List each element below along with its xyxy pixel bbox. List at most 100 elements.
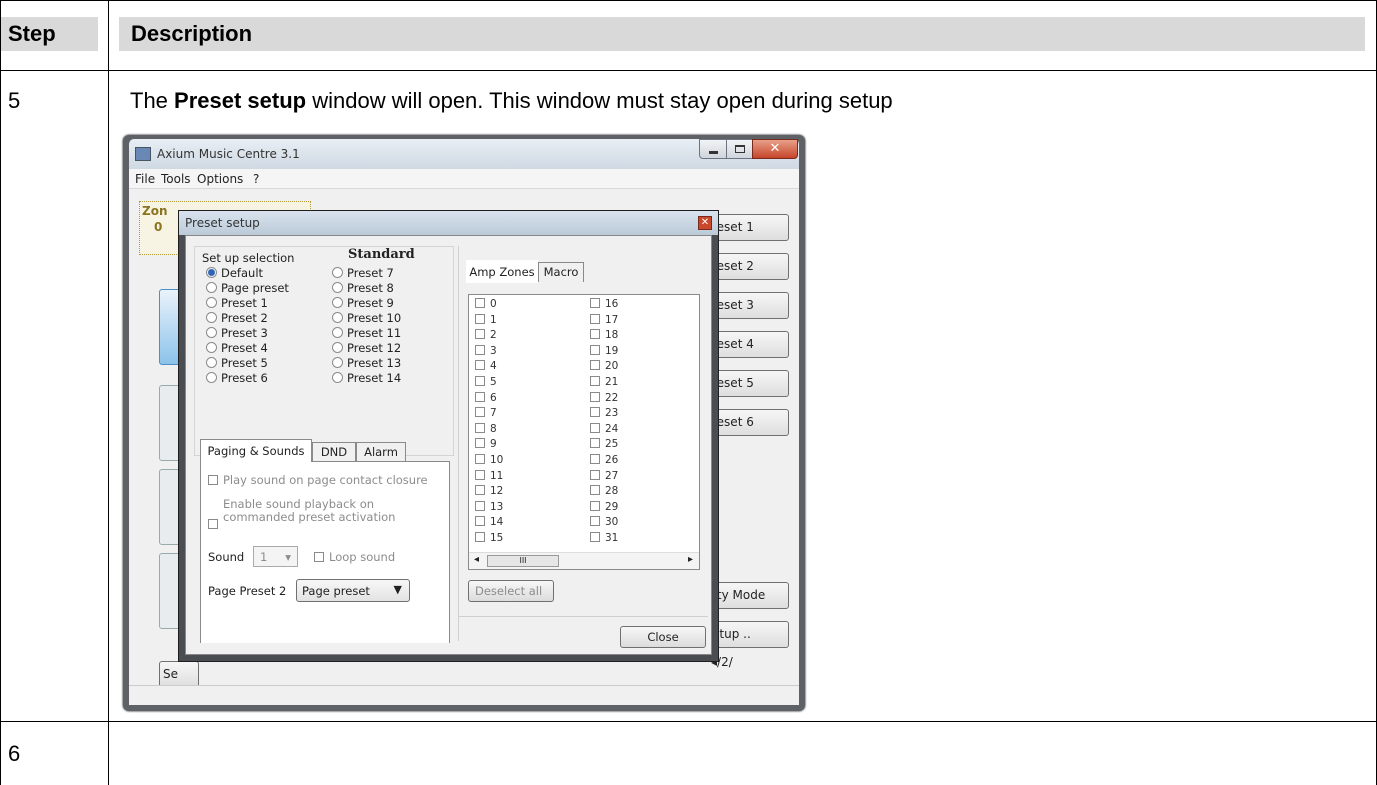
page-preset-select[interactable]: Page preset ▼ (296, 579, 410, 602)
radio-label: Preset 8 (347, 281, 394, 295)
zone-checkbox[interactable]: 14 (475, 516, 503, 528)
preset-radio[interactable]: Preset 3 (206, 326, 268, 340)
zone-checkbox[interactable]: 7 (475, 407, 497, 419)
tab-dnd[interactable]: DND (312, 442, 356, 462)
zone-label: 12 (490, 485, 504, 498)
preset-radio[interactable]: Preset 11 (332, 326, 401, 340)
preset-radio[interactable]: Preset 4 (206, 341, 268, 355)
zone-label: 22 (605, 391, 619, 404)
preset-radio[interactable]: Preset 6 (206, 371, 268, 385)
preset-setup-dialog: Preset setup ✕ Set up selection Standard… (178, 210, 719, 662)
checkbox-icon (475, 500, 485, 511)
zone-checkbox[interactable]: 23 (590, 407, 618, 419)
preset-radio[interactable]: Page preset (206, 281, 289, 295)
zone-checkbox[interactable]: 9 (475, 438, 497, 450)
preset-radio[interactable]: Preset 9 (332, 296, 394, 310)
close-button[interactable]: Close (620, 626, 706, 648)
tab-paging-sounds[interactable]: Paging & Sounds (200, 439, 312, 462)
zone-checkbox[interactable]: 11 (475, 469, 504, 482)
radio-icon (206, 282, 217, 293)
horizontal-scrollbar[interactable]: ◂ III ▸ (469, 552, 699, 569)
zone-checkbox[interactable]: 10 (475, 454, 503, 466)
loop-sound-checkbox[interactable]: Loop sound (314, 550, 395, 564)
zone-checkbox[interactable]: 22 (590, 391, 619, 404)
zone-checkbox[interactable]: 18 (590, 329, 618, 341)
menu-help[interactable]: ? (253, 172, 259, 186)
close-icon[interactable]: ✕ (752, 139, 798, 159)
zone-checkbox[interactable]: 20 (590, 360, 618, 372)
zone-checkbox[interactable]: 25 (590, 438, 618, 450)
menu-tools[interactable]: Tools (161, 172, 191, 186)
footer-divider (458, 616, 708, 617)
preset-radio[interactable]: Default (206, 266, 263, 280)
zone-checkbox[interactable]: 2 (475, 329, 497, 341)
zone-checkbox[interactable]: 1 (475, 313, 497, 326)
zone-checkbox[interactable]: 17 (590, 313, 618, 326)
zone-checkbox[interactable]: 6 (475, 391, 497, 404)
zone-checkbox[interactable]: 31 (590, 532, 618, 544)
tab-amp-zones[interactable]: Amp Zones (466, 260, 538, 283)
zone-checkbox[interactable]: 27 (590, 469, 618, 482)
radio-icon (332, 342, 343, 353)
tab-alarm[interactable]: Alarm (356, 442, 406, 462)
zone-label: 11 (490, 469, 504, 482)
tab-macro[interactable]: Macro (538, 262, 584, 282)
bottom-left-button[interactable]: Se (159, 661, 199, 688)
checkbox-icon (475, 344, 485, 355)
preset-radio[interactable]: Preset 14 (332, 371, 401, 385)
preset-radio[interactable]: Preset 12 (332, 341, 401, 355)
zone-checkbox[interactable]: 8 (475, 422, 497, 435)
preset-radio[interactable]: Preset 7 (332, 266, 394, 280)
scroll-left-icon[interactable]: ◂ (474, 554, 479, 565)
zone-checkbox[interactable]: 4 (475, 360, 497, 372)
preset-radio[interactable]: Preset 2 (206, 311, 268, 325)
preset-radio[interactable]: Preset 5 (206, 356, 268, 370)
zone-checkbox[interactable]: 16 (590, 298, 618, 310)
zone-checkbox[interactable]: 12 (475, 485, 503, 497)
play-sound-checkbox[interactable]: Play sound on page contact closure (208, 473, 428, 487)
zone-label: 6 (490, 391, 497, 404)
zone-label: 25 (605, 438, 619, 451)
checkbox-icon (475, 485, 485, 496)
zone-checkbox[interactable]: 26 (590, 454, 618, 466)
amp-zones-list[interactable] (468, 294, 700, 570)
checkbox-icon (590, 344, 600, 355)
zone-checkbox[interactable]: 21 (590, 376, 618, 388)
scroll-thumb[interactable]: III (487, 555, 559, 567)
preset-radio[interactable]: Preset 1 (206, 296, 268, 310)
dialog-body: Set up selection Standard Default Page pr… (185, 235, 712, 655)
sound-label: Sound (208, 550, 245, 564)
zone-label: 10 (490, 454, 504, 466)
zone-checkbox[interactable]: 13 (475, 500, 503, 513)
deselect-all-button[interactable]: Deselect all (468, 580, 554, 602)
zone-checkbox[interactable]: 29 (590, 500, 618, 513)
zone-checkbox[interactable]: 15 (475, 532, 503, 544)
zone-checkbox[interactable]: 5 (475, 376, 497, 388)
checkbox-icon (590, 360, 600, 371)
checkbox-icon (590, 516, 600, 527)
radio-icon (206, 297, 217, 308)
menu-file[interactable]: File (135, 172, 155, 186)
radio-icon (332, 267, 343, 278)
maximize-icon[interactable] (726, 139, 753, 159)
minimize-icon[interactable] (699, 139, 727, 159)
radio-label: Preset 13 (347, 356, 402, 370)
zone-label: 20 (605, 360, 619, 373)
menu-options[interactable]: Options (197, 172, 243, 186)
radio-label: Preset 2 (221, 311, 268, 325)
step-number-5: 5 (8, 88, 21, 113)
zone-checkbox[interactable]: 3 (475, 344, 497, 357)
preset-radio[interactable]: Preset 8 (332, 281, 394, 295)
page-number: 2 (721, 655, 729, 669)
enable-sound-checkbox[interactable]: Enable sound playback on commanded preset… (208, 498, 395, 529)
zone-checkbox[interactable]: 24 (590, 422, 618, 435)
zone-checkbox[interactable]: 28 (590, 485, 618, 497)
sound-select[interactable]: 1 ▾ (253, 546, 298, 567)
zone-checkbox[interactable]: 0 (475, 298, 497, 310)
zone-checkbox[interactable]: 19 (590, 344, 618, 357)
scroll-right-icon[interactable]: ▸ (688, 554, 693, 565)
zone-checkbox[interactable]: 30 (590, 516, 618, 528)
dialog-close-icon[interactable]: ✕ (698, 216, 712, 230)
preset-radio[interactable]: Preset 13 (332, 356, 401, 370)
preset-radio[interactable]: Preset 10 (332, 311, 401, 325)
